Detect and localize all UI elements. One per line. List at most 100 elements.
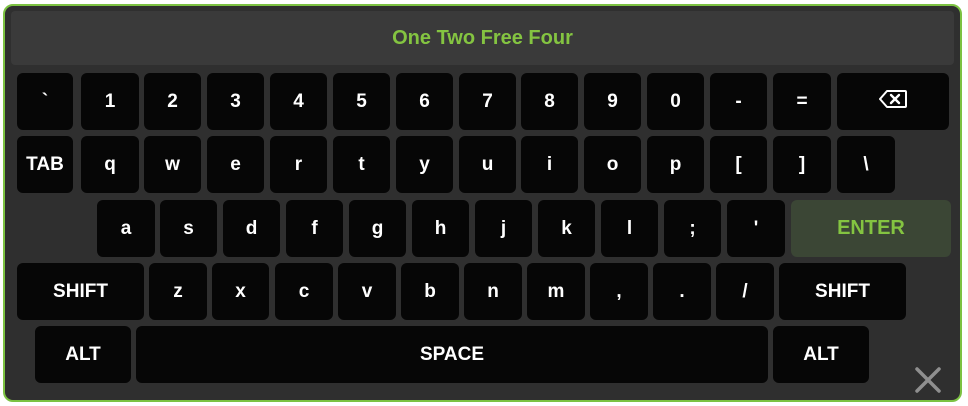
key-label: ALT (65, 343, 101, 365)
key-label: 5 (356, 90, 367, 112)
right-shift-key[interactable]: SHIFT (779, 263, 906, 320)
key-backtick[interactable]: ` (17, 73, 73, 130)
key-label: SHIFT (53, 280, 108, 302)
key-label: l (626, 217, 633, 239)
key-y[interactable]: y (396, 136, 453, 193)
key-label: x (235, 280, 246, 302)
key-label: w (165, 153, 180, 175)
key-label: ; (689, 217, 696, 239)
key-right-bracket[interactable]: ] (773, 136, 831, 193)
key-o[interactable]: o (584, 136, 641, 193)
key-j[interactable]: j (475, 200, 532, 257)
key-d[interactable]: d (223, 200, 280, 257)
key-k[interactable]: k (538, 200, 595, 257)
virtual-keyboard: One Two Free Four ` 1 2 3 4 5 6 7 8 9 0 - = TAB q w e r t y… (3, 4, 962, 402)
key-label: 7 (482, 90, 493, 112)
key-label: 2 (167, 90, 178, 112)
key-label: 6 (419, 90, 430, 112)
key-6[interactable]: 6 (396, 73, 453, 130)
right-alt-key[interactable]: ALT (773, 326, 869, 383)
key-label: 8 (544, 90, 555, 112)
key-label: 9 (607, 90, 618, 112)
key-label: b (424, 280, 436, 302)
key-label: o (606, 153, 619, 175)
key-q[interactable]: q (81, 136, 139, 193)
key-label: j (500, 217, 507, 239)
key-label: d (245, 217, 258, 239)
key-label: r (294, 153, 303, 175)
key-label: 0 (670, 90, 681, 112)
key-n[interactable]: n (464, 263, 522, 320)
key-label: 4 (293, 90, 304, 112)
key-minus[interactable]: - (710, 73, 767, 130)
key-label: p (669, 153, 682, 175)
key-label: q (104, 153, 116, 175)
backspace-key[interactable] (837, 73, 949, 130)
key-m[interactable]: m (527, 263, 585, 320)
key-label: s (183, 217, 194, 239)
key-7[interactable]: 7 (459, 73, 516, 130)
key-h[interactable]: h (412, 200, 469, 257)
key-c[interactable]: c (275, 263, 333, 320)
key-label: y (419, 153, 430, 175)
key-2[interactable]: 2 (144, 73, 201, 130)
key-label: 1 (104, 90, 116, 112)
key-label: TAB (26, 153, 64, 175)
key-label: ENTER (837, 217, 905, 239)
key-e[interactable]: e (207, 136, 264, 193)
key-label: k (561, 217, 572, 239)
key-r[interactable]: r (270, 136, 327, 193)
key-u[interactable]: u (459, 136, 516, 193)
key-p[interactable]: p (647, 136, 704, 193)
key-label: f (311, 217, 318, 239)
key-4[interactable]: 4 (270, 73, 327, 130)
key-i[interactable]: i (521, 136, 578, 193)
key-9[interactable]: 9 (584, 73, 641, 130)
key-label: i (546, 153, 553, 175)
key-slash[interactable]: / (716, 263, 774, 320)
key-label: v (361, 280, 373, 302)
key-label: t (358, 153, 365, 175)
key-8[interactable]: 8 (521, 73, 578, 130)
left-shift-key[interactable]: SHIFT (17, 263, 144, 320)
key-l[interactable]: l (601, 200, 658, 257)
key-label: a (120, 217, 132, 239)
key-5[interactable]: 5 (333, 73, 390, 130)
key-x[interactable]: x (212, 263, 269, 320)
close-icon[interactable] (910, 362, 946, 398)
text-display: One Two Free Four (11, 11, 954, 65)
key-label: e (230, 153, 241, 175)
key-equals[interactable]: = (773, 73, 831, 130)
key-label: , (616, 280, 622, 302)
key-quote[interactable]: ' (727, 200, 785, 257)
key-1[interactable]: 1 (81, 73, 139, 130)
key-w[interactable]: w (144, 136, 201, 193)
key-f[interactable]: f (286, 200, 343, 257)
key-s[interactable]: s (160, 200, 217, 257)
key-3[interactable]: 3 (207, 73, 264, 130)
key-left-bracket[interactable]: [ (710, 136, 767, 193)
key-t[interactable]: t (333, 136, 390, 193)
key-backslash[interactable]: \ (837, 136, 895, 193)
tab-key[interactable]: TAB (17, 136, 73, 193)
key-period[interactable]: . (653, 263, 711, 320)
key-label: ] (798, 153, 806, 175)
key-semicolon[interactable]: ; (664, 200, 721, 257)
key-comma[interactable]: , (590, 263, 648, 320)
key-label: ' (753, 217, 759, 239)
key-0[interactable]: 0 (647, 73, 704, 130)
key-label: u (481, 153, 494, 175)
enter-key[interactable]: ENTER (791, 200, 951, 257)
key-label: c (298, 280, 310, 302)
space-key[interactable]: SPACE (136, 326, 768, 383)
key-b[interactable]: b (401, 263, 459, 320)
key-label: SPACE (419, 343, 485, 365)
key-v[interactable]: v (338, 263, 396, 320)
key-z[interactable]: z (149, 263, 207, 320)
key-label: \ (863, 153, 869, 175)
key-label: - (735, 90, 742, 112)
left-alt-key[interactable]: ALT (35, 326, 131, 383)
key-a[interactable]: a (97, 200, 155, 257)
key-g[interactable]: g (349, 200, 406, 257)
key-label: 3 (230, 90, 241, 112)
